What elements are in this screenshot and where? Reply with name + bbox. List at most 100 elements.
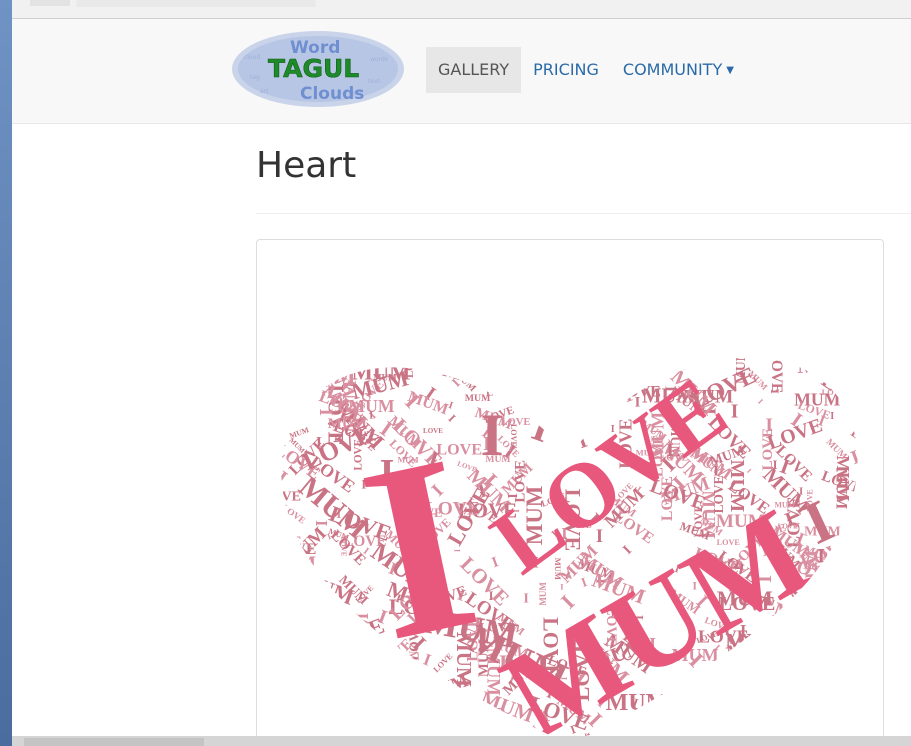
cloud-word: LOVE xyxy=(821,343,869,374)
cloud-word: I xyxy=(467,706,472,722)
cloud-word: MUM xyxy=(836,512,880,556)
site-navbar: cloud tag words text art font Word TAGUL Clo… xyxy=(12,19,911,124)
cloud-word: LOVE xyxy=(456,460,478,474)
cloud-word: I xyxy=(537,388,548,399)
logo-tagul: TAGUL xyxy=(268,54,359,83)
cloud-word: I xyxy=(782,668,790,677)
cloud-word: I xyxy=(272,467,291,490)
cloud-word: MUM xyxy=(833,468,850,510)
cloud-word: I xyxy=(661,716,672,720)
cloud-word: LOVE xyxy=(616,359,644,377)
logo-clouds: Clouds xyxy=(300,84,364,104)
cloud-word: LOVE xyxy=(568,358,596,386)
cloud-word: MUM xyxy=(545,340,569,396)
cloud-word: I xyxy=(489,589,494,603)
desktop-background xyxy=(0,0,12,746)
cloud-word: LOVE xyxy=(287,642,317,672)
cloud-word: I xyxy=(863,358,874,369)
cloud-word: MUM xyxy=(288,425,311,441)
nav-pricing[interactable]: PRICING xyxy=(521,47,611,93)
cloud-word: I xyxy=(523,591,529,607)
nav-gallery-label: GALLERY xyxy=(438,60,510,79)
cloud-word: I xyxy=(490,554,501,571)
cloud-word: MUM xyxy=(725,650,747,702)
cloud-words: IMUMLOVEIMUMIIIIIILOVELOVELOVEIMUMIMUMLO… xyxy=(257,336,883,745)
cloud-word: LOVE xyxy=(682,707,707,732)
cloud-word: MUM xyxy=(519,366,560,407)
cloud-word: I xyxy=(560,581,563,591)
cloud-word: MUM xyxy=(831,659,861,679)
cloud-word: I xyxy=(731,723,755,731)
cloud-word: LOVE xyxy=(257,533,302,551)
cloud-word: I xyxy=(642,723,661,730)
cloud-word: I xyxy=(756,397,765,406)
cloud-word: I xyxy=(730,701,745,724)
cloud-word: LOVE xyxy=(581,366,607,392)
cloud-word: LOVE xyxy=(429,685,459,711)
cloud-word: MUM xyxy=(336,660,366,672)
cloud-word: MUM xyxy=(797,353,856,378)
cloud-word: I xyxy=(527,363,542,368)
cloud-word: LOVE xyxy=(414,336,471,374)
cloud-word: MUM xyxy=(339,354,359,374)
cloud-word: LOVE xyxy=(761,650,815,704)
cloud-word: I xyxy=(301,650,307,659)
cloud-word: MUM xyxy=(436,719,460,736)
browser-window: cloud tag words text art font Word TAGUL Clo… xyxy=(12,0,911,746)
heart-word-cloud[interactable]: IMUMLOVEIMUMIIIIIILOVELOVELOVEIMUMIMUMLO… xyxy=(257,240,883,746)
cloud-word: I xyxy=(768,389,782,394)
tagul-logo[interactable]: cloudtagwords textart font Word TAGUL Clo… xyxy=(230,29,406,109)
cloud-word: LOVE xyxy=(526,346,562,371)
cloud-word: MUM xyxy=(292,358,304,387)
cloud-word: I xyxy=(550,406,572,414)
cloud-word: I xyxy=(620,542,635,557)
cloud-word: I xyxy=(463,708,468,720)
cloud-word: LOVE xyxy=(279,503,306,526)
cloud-word: MUM xyxy=(289,707,314,718)
cloud-word: I xyxy=(296,605,317,626)
cloud-word: I xyxy=(282,408,298,414)
svg-text:text: text xyxy=(368,78,380,85)
cloud-word: I xyxy=(833,599,836,607)
cloud-word: LOVE xyxy=(348,644,370,659)
cloud-word: I xyxy=(371,674,390,693)
page-title: Heart xyxy=(256,145,357,186)
cloud-word: MUM xyxy=(847,505,866,548)
nav-gallery[interactable]: GALLERY xyxy=(426,47,522,93)
cloud-word: MUM xyxy=(836,344,883,396)
cloud-word: MUM xyxy=(261,638,299,664)
url-field[interactable] xyxy=(76,0,316,7)
cloud-word: LOVE xyxy=(442,702,504,727)
svg-text:tag: tag xyxy=(250,74,260,81)
cloud-word: I xyxy=(659,355,667,367)
browser-tab[interactable] xyxy=(30,0,70,6)
cloud-word: MUM xyxy=(847,508,874,535)
cloud-word: LOVE xyxy=(362,350,388,367)
cloud-word: I xyxy=(690,357,697,368)
cloud-word: MUM xyxy=(816,667,846,679)
taskbar-item[interactable] xyxy=(24,738,204,746)
browser-address-bar[interactable] xyxy=(12,0,911,19)
cloud-word: MUM xyxy=(805,598,829,622)
cloud-word: I xyxy=(555,349,576,370)
cloud-word: MUM xyxy=(281,523,331,573)
cloud-word: I xyxy=(360,689,376,708)
cloud-word: MUM xyxy=(288,610,320,638)
cloud-word: LOVE xyxy=(565,346,585,398)
cloud-word: LOVE xyxy=(365,674,385,724)
svg-text:cloud: cloud xyxy=(244,54,260,61)
cloud-word: I xyxy=(292,563,310,581)
cloud-word: LOVE xyxy=(486,386,517,398)
cloud-word: MUM xyxy=(297,363,356,388)
main-nav: GALLERY PRICING COMMUNITY ▼ xyxy=(426,47,746,93)
cloud-word: MUM xyxy=(801,624,842,641)
status-bar xyxy=(12,736,911,746)
cloud-word: MUM xyxy=(750,683,804,720)
nav-community-label: COMMUNITY xyxy=(622,60,723,79)
cloud-word: LOVE xyxy=(292,626,339,666)
nav-community[interactable]: COMMUNITY ▼ xyxy=(611,47,746,93)
cloud-word: I xyxy=(850,348,867,368)
cloud-word: I xyxy=(364,646,375,657)
cloud-word: I xyxy=(445,412,458,425)
cloud-word: LOVE xyxy=(842,655,883,703)
